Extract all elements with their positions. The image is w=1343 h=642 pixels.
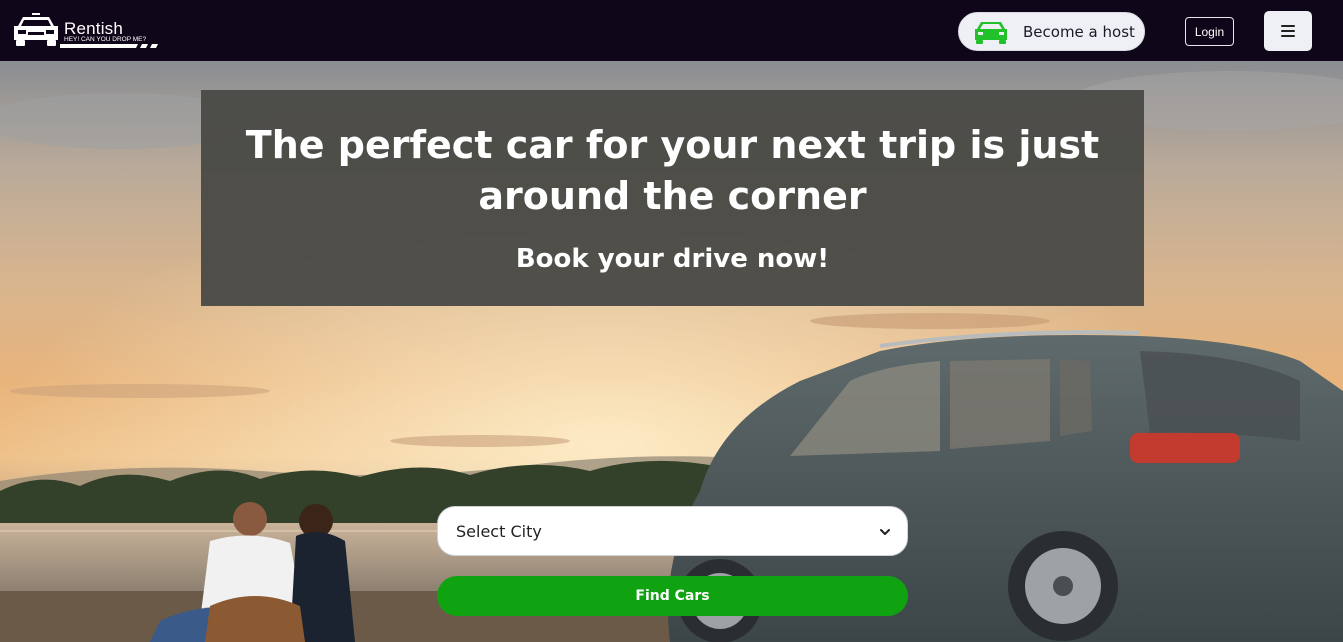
city-select[interactable]: Select City <box>437 506 908 556</box>
hamburger-menu-icon <box>1281 25 1295 37</box>
become-host-label: Become a host <box>1023 23 1135 41</box>
find-cars-button[interactable]: Find Cars <box>437 576 908 616</box>
brand-logo[interactable]: Rentish HEY! CAN YOU DROP ME? <box>12 10 172 50</box>
hero-subheadline: Book your drive now! <box>515 244 830 274</box>
brand-tagline: HEY! CAN YOU DROP ME? <box>64 36 147 43</box>
car-logo-icon <box>14 13 58 46</box>
chevron-down-icon <box>880 529 890 535</box>
city-select-value: Select City <box>456 522 542 541</box>
top-navbar: Rentish HEY! CAN YOU DROP ME? Become a h… <box>0 0 1343 61</box>
menu-toggle-button[interactable] <box>1264 11 1312 51</box>
login-button[interactable]: Login <box>1185 17 1234 46</box>
road-stripe-graphic <box>60 44 158 48</box>
headline-panel: The perfect car for your next trip is ju… <box>201 90 1144 306</box>
hero-section: The perfect car for your next trip is ju… <box>0 61 1343 642</box>
hero-headline: The perfect car for your next trip is ju… <box>245 123 1100 218</box>
find-cars-label: Find Cars <box>635 588 710 604</box>
login-label: Login <box>1194 25 1225 39</box>
green-car-icon <box>975 22 1007 44</box>
become-host-button[interactable]: Become a host <box>958 12 1145 51</box>
